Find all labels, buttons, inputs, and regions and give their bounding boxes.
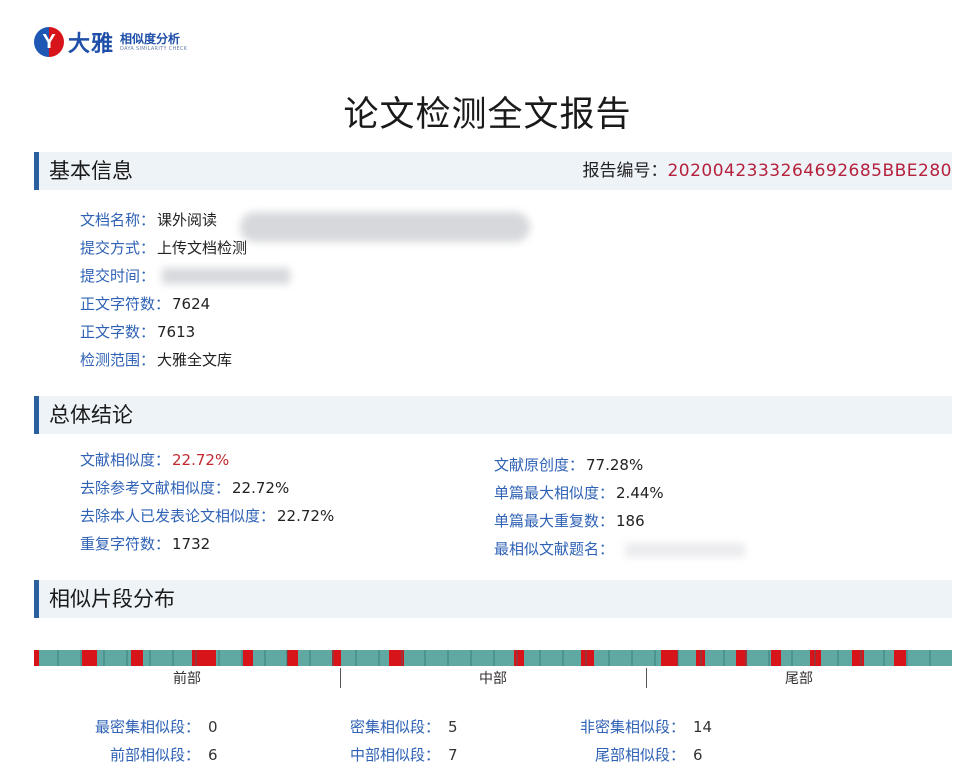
brand-logo: Y 大雅 相似度分析 DAYA SIMILARITY CHECK — [34, 26, 187, 58]
bar-tick — [493, 650, 495, 666]
stat-middle: 中部相似段： 7 — [349, 746, 458, 764]
overall-max-single-repeat: 单篇最大重复数： 186 — [494, 512, 645, 530]
normal-segment — [38, 650, 82, 666]
overall-originality: 文献原创度： 77.28% — [494, 456, 644, 474]
bar-tick — [860, 650, 863, 666]
bar-tick — [148, 650, 151, 666]
redacted-submit-time — [162, 268, 290, 284]
zone-end-label: 尾部 — [785, 671, 813, 687]
normal-segment — [403, 650, 515, 666]
bar-tick — [102, 650, 105, 666]
normal-segment — [216, 650, 244, 666]
bar-tick — [424, 650, 427, 666]
redacted-doc-name — [240, 212, 530, 242]
bar-tick — [584, 650, 587, 666]
stat-most-dense: 最密集相似段： 0 — [94, 718, 218, 736]
normal-segment — [781, 650, 810, 666]
bar-tick — [837, 650, 840, 666]
bar-tick — [814, 650, 817, 666]
field-submit-time: 提交时间： — [80, 267, 156, 285]
overall-max-single-similarity: 单篇最大相似度： 2.44% — [494, 484, 664, 502]
field-doc-name: 文档名称： 课外阅读 — [80, 211, 218, 229]
redacted-similar-title — [625, 543, 745, 557]
stat-end: 尾部相似段： 6 — [594, 746, 703, 764]
normal-segment — [593, 650, 662, 666]
bar-tick — [56, 650, 59, 666]
bar-tick — [240, 650, 243, 666]
zone-front-label: 前部 — [173, 671, 201, 687]
overall-repeat-chars: 重复字符数： 1732 — [80, 535, 211, 553]
bar-tick — [515, 650, 518, 666]
similar-segment — [82, 650, 98, 666]
bar-tick — [332, 650, 335, 666]
bar-tick — [217, 650, 220, 666]
field-word-count: 正文字数： 7613 — [80, 323, 196, 341]
bar-tick — [791, 650, 794, 666]
zone-middle-label: 中部 — [479, 671, 507, 687]
section-basic-title: 基本信息 — [49, 159, 133, 183]
bar-tick — [79, 650, 82, 666]
field-char-count: 正文字符数： 7624 — [80, 295, 211, 313]
zone-labels: 前部 中部 尾部 — [34, 668, 952, 692]
overall-most-similar-title: 最相似文献题名： — [494, 540, 615, 558]
bar-tick — [447, 650, 450, 666]
bar-tick — [194, 650, 197, 666]
bar-tick — [309, 650, 312, 666]
bar-tick — [263, 650, 266, 666]
logo-y-icon: Y — [34, 27, 64, 57]
field-submit-method: 提交方式： 上传文档检测 — [80, 239, 248, 257]
stat-non-dense: 非密集相似段： 14 — [579, 718, 713, 736]
section-basic-info: 基本信息 报告编号：2020042333264692685BBE280 — [34, 152, 952, 190]
bar-tick — [401, 650, 404, 666]
overall-similarity-no-own: 去除本人已发表论文相似度： 22.72% — [80, 507, 335, 525]
bar-tick — [676, 650, 679, 666]
bar-tick — [768, 650, 771, 666]
stat-front: 前部相似段： 6 — [109, 746, 218, 764]
normal-segment — [341, 650, 390, 666]
bar-tick — [171, 650, 174, 666]
bar-tick — [538, 650, 541, 666]
section-distribution-title: 相似片段分布 — [49, 587, 175, 611]
normal-segment — [863, 650, 895, 666]
similar-segment — [771, 650, 782, 666]
page-title: 论文检测全文报告 — [343, 95, 632, 135]
bar-tick — [906, 650, 909, 666]
section-overall-title: 总体结论 — [49, 403, 133, 427]
field-check-scope: 检测范围： 大雅全文库 — [80, 351, 233, 369]
bar-tick — [699, 650, 702, 666]
similar-segment — [130, 650, 143, 666]
brand-name: 大雅 — [68, 32, 115, 57]
bar-tick — [378, 650, 381, 666]
bar-tick — [125, 650, 128, 666]
similar-segment — [243, 650, 253, 666]
normal-segment — [705, 650, 736, 666]
section-distribution: 相似片段分布 — [34, 580, 952, 618]
report-number: 报告编号：2020042333264692685BBE280 — [582, 161, 952, 181]
bar-tick — [286, 650, 289, 666]
normal-segment — [678, 650, 696, 666]
normal-segment — [523, 650, 582, 666]
normal-segment — [252, 650, 287, 666]
bar-tick — [653, 650, 656, 666]
brand-subtitle: 相似度分析 DAYA SIMILARITY CHECK — [120, 31, 188, 52]
similar-segment — [581, 650, 594, 666]
bar-tick — [355, 650, 358, 666]
bar-tick — [470, 650, 473, 666]
section-overall: 总体结论 — [34, 396, 952, 434]
bar-tick — [607, 650, 610, 666]
bar-tick — [561, 650, 564, 666]
stat-dense: 密集相似段： 5 — [349, 718, 458, 736]
similarity-distribution-bar — [34, 650, 952, 666]
normal-segment — [298, 650, 332, 666]
similar-segment — [894, 650, 906, 666]
bar-tick — [883, 650, 886, 666]
overall-similarity: 文献相似度： 22.72% — [80, 451, 230, 469]
bar-tick — [630, 650, 633, 666]
bar-tick — [745, 650, 748, 666]
bar-tick — [929, 650, 932, 666]
bar-tick — [722, 650, 725, 666]
overall-similarity-no-refs: 去除参考文献相似度： 22.72% — [80, 479, 290, 497]
